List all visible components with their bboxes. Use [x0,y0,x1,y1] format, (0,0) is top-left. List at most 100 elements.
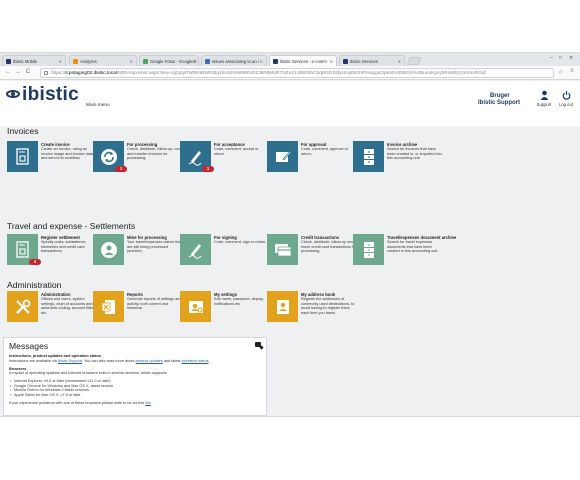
url-protocol: https:// [51,71,66,76]
ibistic-favicon-icon [343,59,348,64]
browser-tab-2[interactable]: Analytics ✕ [69,55,137,66]
browser-tab-1[interactable]: Ibistic Mobile ✕ [2,55,66,66]
product-updates-link[interactable]: product updates [136,359,163,363]
ibistic-logo[interactable]: ibistic [22,84,79,106]
tile-description: Generate reports of settings and activit… [127,297,182,311]
support-label: Support [536,102,552,107]
tools-icon [7,291,38,322]
tab-label: Analytics [80,59,97,64]
app-header: ibistic Main menu Bruger Ibistic Support… [0,81,580,126]
credit-card-icon [267,234,298,265]
browser-menu-icon[interactable]: ≡ [570,68,574,74]
close-tab-icon[interactable]: ✕ [59,59,62,64]
user-settings-icon [180,291,211,322]
close-window-icon[interactable]: ✕ [569,55,573,61]
new-tab-button[interactable] [406,57,422,65]
logout-button[interactable]: Log out [557,90,575,107]
messages-title: Messages [9,341,49,351]
tile-description: Code, comment, approve or return. [301,147,349,156]
power-icon [557,90,575,102]
main-content: Invoices Create invoice Create an invoic… [0,126,580,416]
tab-label: Ibistic Services - e-comm [280,59,327,64]
user-name: Ibistic Support [478,100,520,106]
tile-register-settlement[interactable]: 4 Register settlement Specify costs, sub… [7,234,95,266]
close-tab-icon[interactable]: ✕ [192,59,195,64]
tile-for-signing[interactable]: For signing Code, comment, sign or retur… [180,234,268,266]
user-role: Bruger [490,93,510,99]
tab-label: Ibistic Services [350,59,378,64]
tile-for-approval[interactable]: For approval Code, comment, approve or r… [267,141,355,173]
browser-tab-3[interactable]: Google Fotos - Google D ✕ [139,55,199,66]
archive-cabinet-icon [353,141,384,172]
main-menu-link[interactable]: Main menu [86,103,110,108]
tile-description: Your travel/expenses claims that are sti… [127,240,182,254]
tile-create-invoice[interactable]: Create invoice Create an invoice, using … [7,141,95,173]
list-item: Apple Safari for Mac OS X, v7.0 or later [9,393,261,398]
tile-for-acceptance[interactable]: 1 For acceptance Code, comment, accept o… [180,141,268,173]
back-icon[interactable]: ← [5,69,11,75]
operation-status-link[interactable]: operation status [181,359,208,363]
person-icon [535,90,553,102]
tile-credit-transactions[interactable]: Credit transactions Check, distribute, f… [267,234,356,266]
close-tab-icon[interactable]: ✕ [130,59,133,64]
ibistic-favicon-icon [273,59,278,64]
chat-bubble-icon[interactable] [255,342,261,347]
ibistic-logo-icon [6,90,20,98]
notification-badge: 4 [29,259,41,265]
tile-description: Check, distribute, follow up, code and t… [127,147,183,161]
logout-label: Log out [559,102,573,107]
url-field[interactable]: https://lcpstaging02.ibistic.local/MR/As… [40,68,554,78]
tab-label: Google Fotos - Google D [150,59,197,64]
section-title-administration: Administration [7,280,62,290]
tile-for-processing[interactable]: 1 For processing Check, distribute, foll… [93,141,183,173]
text: If you experience problems with one of t… [9,400,146,405]
tile-my-address-book[interactable]: My address book Register the addresses o… [267,291,355,323]
url-host: lcpstaging02.ibistic.local [65,71,117,76]
excel-report-icon [93,291,124,322]
tab-bar: Ibistic Mobile ✕ Analytics ✕ Google Foto… [0,53,580,66]
close-tab-icon[interactable]: ✕ [398,59,401,64]
section-title-invoices: Invoices [7,126,39,136]
contact-link[interactable]: link [145,401,151,405]
ibistic-favicon-icon [6,59,11,64]
close-tab-icon[interactable]: ✕ [330,59,333,64]
tile-description: Code, comment, sign or return. [214,240,267,244]
message-paragraph: If you experience problems with one of t… [9,401,261,406]
tile-reports[interactable]: Reports Generate reports of settings and… [93,291,181,323]
tile-mine-for-processing[interactable]: Mine for processing Your travel/expenses… [93,234,182,266]
notification-badge: 1 [202,166,214,172]
ibistic-support-link[interactable]: Ibistic Support [58,359,82,363]
maximize-icon[interactable]: □ [559,55,562,61]
minimize-icon[interactable]: – [550,55,553,61]
tile-administration[interactable]: Administration Offices and users, system… [7,291,97,323]
bookmark-star-icon[interactable]: ☆ [558,69,563,76]
tab-label: Ibistic Mobile [13,59,38,64]
tile-description: Search for travel expenses documents tha… [387,240,439,254]
url-path: /MR/AspxHost.aspx?key=Ig2ptyPWtWoBWfs3bj… [116,71,486,76]
issues-favicon-icon [205,59,210,64]
text: and latest [162,358,182,363]
tile-description: Search for invoices that have been creat… [387,147,443,161]
screenshot-frame: Ibistic Mobile ✕ Analytics ✕ Google Foto… [0,0,580,480]
messages-panel: Messages Instructions, product updates a… [3,337,267,416]
google-photos-favicon-icon [143,59,148,64]
forward-icon[interactable]: → [15,69,21,75]
tile-travel-archive[interactable]: Travel/expenses document archive Search … [353,234,456,266]
close-tab-icon[interactable]: ✕ [260,59,263,64]
tile-invoice-archive[interactable]: Invoice archive Search for invoices that… [353,141,443,173]
address-bar-row: ← → C https://lcpstaging02.ibistic.local… [0,66,580,80]
tile-description: Specify costs, subsistence, kilometres a… [41,240,87,254]
support-button[interactable]: Support [535,90,553,107]
tile-my-settings[interactable]: My settings Edit name, password, deputy,… [180,291,268,323]
tile-description: Code, comment, accept or return. [214,147,259,156]
browser-tab-4[interactable]: Issues associating to an i ✕ [201,55,267,66]
tile-description: Edit name, password, deputy, notificatio… [214,297,264,306]
address-book-icon [267,291,298,322]
tile-description: Register the addresses of commonly used … [301,297,355,315]
tile-description: Offices and users, system settings, char… [41,297,97,315]
browser-tab-5-active[interactable]: Ibistic Services - e-comm ✕ [269,55,337,66]
lock-icon [44,71,48,75]
create-invoice-icon [7,141,38,172]
reload-icon[interactable]: C [26,69,30,75]
browser-tab-6[interactable]: Ibistic Services ✕ [339,55,405,66]
